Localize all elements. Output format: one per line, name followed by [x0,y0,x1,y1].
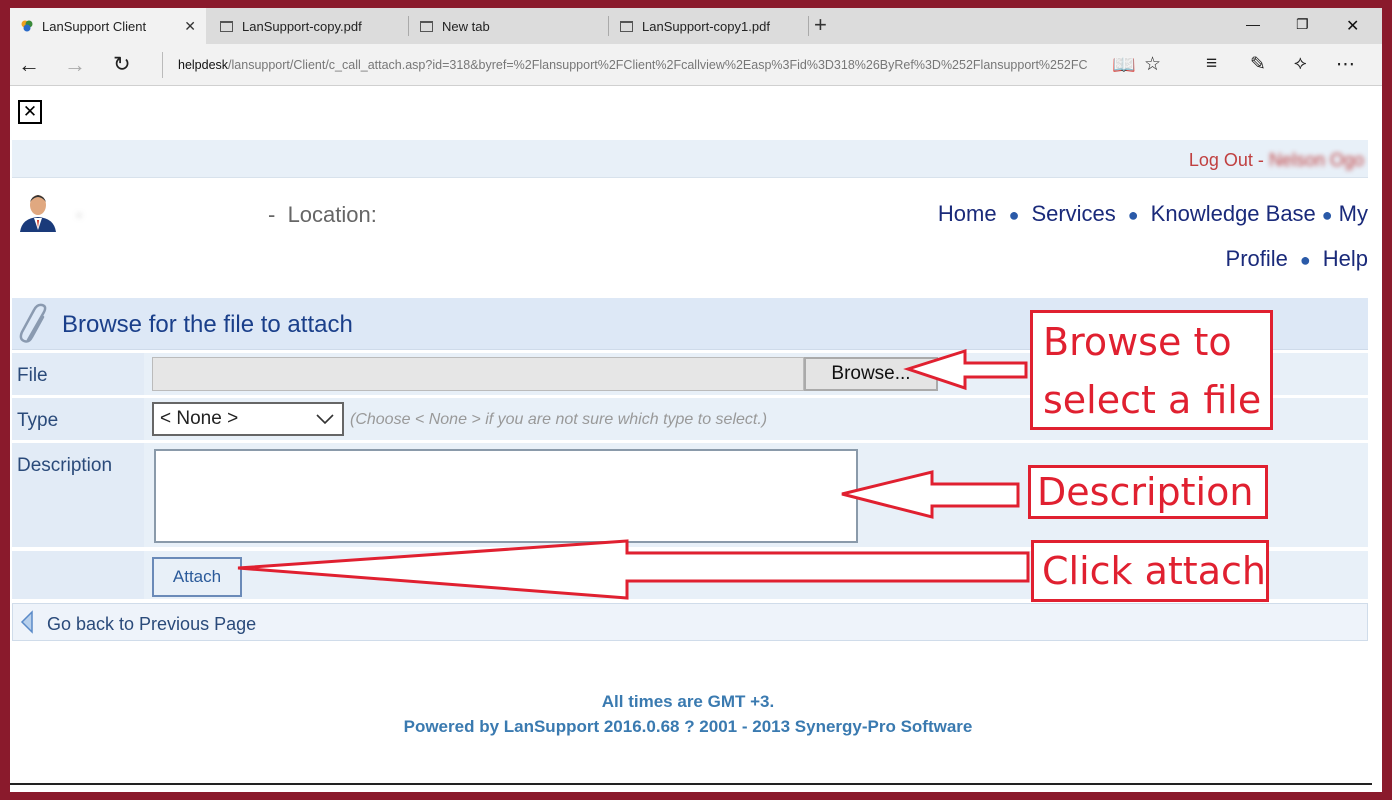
close-window-icon[interactable]: ✕ [1346,16,1359,36]
minimize-icon[interactable]: — [1246,16,1260,32]
page-header: · - Location: Home ● Services ● Knowledge Ba… [12,180,1368,290]
paperclip-icon [19,303,47,343]
logout-label: Log Out - [1188,150,1264,170]
footer-timezone: All times are GMT +3. [601,692,775,711]
tab-lansupport-copy-pdf[interactable]: LanSupport-copy.pdf [210,8,406,44]
attach-callout: Click attach [1031,540,1269,602]
maximize-icon[interactable]: ❐ [1296,16,1309,33]
footer-powered-by: Powered by LanSupport 2016.0.68 ? 2001 -… [403,717,973,736]
description-textarea[interactable] [154,449,858,543]
tab-lansupport-copy1-pdf[interactable]: LanSupport-copy1.pdf [610,8,806,44]
chevron-down-icon [316,414,334,425]
browser-window: LanSupport Client ✕ LanSupport-copy.pdf … [10,8,1382,792]
location-label: - Location: [268,202,377,228]
main-navigation: Home ● Services ● Knowledge Base ● My Profile ●… [888,192,1368,282]
go-back-link[interactable]: Go back to Previous Page [47,614,256,635]
url-path: /lansupport/Client/c_call_attach.asp?id=… [228,58,1088,72]
nav-knowledge-base[interactable]: Knowledge Base [1151,201,1316,226]
file-label: File [12,353,144,395]
back-arrow-icon[interactable]: ← [18,52,40,78]
nav-services[interactable]: Services [1031,201,1115,226]
web-note-pen-icon[interactable]: ✎ [1250,53,1266,76]
user-name: · [76,204,83,226]
tab-label: LanSupport Client [42,18,147,34]
share-icon[interactable]: ⟡ [1294,53,1307,75]
reading-view-book-icon[interactable]: 📖 [1112,53,1136,77]
type-label: Type [12,398,144,440]
type-selected-value: < None > [160,408,239,429]
browse-callout-line2: select a file [1043,378,1262,422]
tab-divider [408,16,409,36]
url-host: helpdesk [178,58,229,72]
hub-menu-icon[interactable]: ≡ [1206,53,1217,75]
user-bar: Log Out - Nelson Ogo [12,140,1368,178]
page-content: ✕ Log Out - Nelson Ogo · - Location: Hom… [10,87,1382,792]
close-box-icon[interactable]: ✕ [18,100,42,124]
page-icon [620,20,633,32]
close-tab-icon[interactable]: ✕ [184,18,196,35]
bottom-divider [10,783,1372,785]
description-label: Description [12,443,144,547]
description-callout: Description [1028,465,1268,519]
file-path-input[interactable] [152,357,804,391]
location-text: Location: [287,202,377,227]
site-favicon-icon [21,20,33,32]
back-triangle-icon[interactable] [19,610,35,634]
nav-help[interactable]: Help [1323,246,1368,271]
nav-bullet: ● [1127,205,1139,225]
new-tab-plus-icon[interactable]: + [814,12,827,38]
type-hint: (Choose < None > if you are not sure whi… [350,411,768,428]
url-field[interactable]: helpdesk/lansupport/Client/c_call_attach… [162,52,1102,78]
tab-label: LanSupport-copy.pdf [242,18,362,34]
tab-label: New tab [442,18,490,34]
logout-link[interactable]: Log Out - Nelson Ogo [1189,150,1364,171]
tab-strip: LanSupport Client ✕ LanSupport-copy.pdf … [10,8,1382,44]
tab-label: LanSupport-copy1.pdf [642,18,770,34]
refresh-icon[interactable]: ↻ [113,52,131,77]
nav-bullet: ● [1299,250,1311,270]
type-select[interactable]: < None > [152,402,344,436]
page-icon [220,20,233,32]
tab-lansupport-client[interactable]: LanSupport Client ✕ [10,8,206,44]
address-bar: ← → ↻ helpdesk/lansupport/Client/c_call_… [10,44,1382,86]
favorite-star-icon[interactable]: ☆ [1144,53,1161,76]
back-bar: Go back to Previous Page [12,603,1368,641]
attach-button[interactable]: Attach [152,557,242,597]
page-footer: All times are GMT +3. Powered by LanSupp… [10,689,1366,739]
browse-callout-line1: Browse to [1043,320,1232,364]
tab-divider [608,16,609,36]
nav-home[interactable]: Home [938,201,997,226]
more-options-icon[interactable]: ⋯ [1336,53,1355,76]
avatar [16,190,60,232]
tab-divider [808,16,809,36]
page-icon [420,20,433,32]
page-title: Browse for the file to attach [62,311,353,338]
logged-in-user: Nelson Ogo [1268,150,1364,170]
nav-bullet: ● [1321,205,1333,225]
browse-button[interactable]: Browse... [804,357,938,391]
forward-arrow-icon[interactable]: → [64,52,86,78]
attach-row-label [12,551,144,599]
nav-bullet: ● [1008,205,1020,225]
browse-callout: Browse to select a file [1030,310,1273,430]
header-separator: - [268,202,276,227]
tab-new-tab[interactable]: New tab [410,8,606,44]
